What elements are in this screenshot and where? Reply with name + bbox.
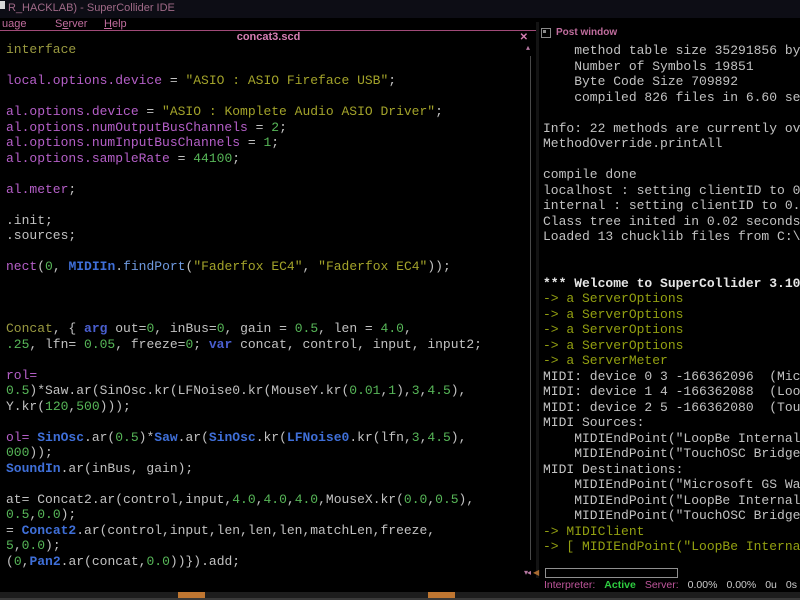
code-line: [6, 244, 530, 260]
post-window-title: Post window: [556, 27, 617, 38]
code-line: [6, 58, 530, 74]
post-line: MIDI: device 1 4 -166362088 (Loo: [543, 384, 800, 400]
post-line: compiled 826 files in 6.60 sec: [543, 90, 800, 106]
code-line: (0,Pan2.ar(concat,0.0))}).add;: [6, 554, 530, 570]
post-horizontal-scrollbar-thumb[interactable]: [545, 568, 678, 578]
code-line: 000));: [6, 445, 530, 461]
code-line: local.options.device = "ASIO : ASIO Fire…: [6, 73, 530, 89]
post-line: -> [ MIDIEndPoint("LoopBe Interna: [543, 539, 800, 555]
code-editor[interactable]: interface local.options.device = "ASIO :…: [0, 42, 530, 578]
post-line: Byte Code Size 709892: [543, 74, 800, 90]
status-bar: Interpreter: Active Server: 0.00% 0.00% …: [0, 578, 800, 592]
post-line: -> a ServerOptions: [543, 338, 800, 354]
editor-vertical-scrollbar[interactable]: ▴ ▾◂: [524, 42, 536, 578]
menu-item-server[interactable]: Server: [55, 18, 87, 30]
status-right-group: Interpreter: Active Server: 0.00% 0.00% …: [544, 578, 797, 592]
scrollbar-track[interactable]: [530, 56, 531, 560]
post-line: localhost : setting clientID to 0: [543, 183, 800, 199]
code-line: [6, 89, 530, 105]
post-scroll-left-icon[interactable]: ◀: [533, 569, 539, 577]
code-line: .25, lfn= 0.05, freeze=0; var concat, co…: [6, 337, 530, 353]
code-line: .init;: [6, 213, 530, 229]
post-line: -> a ServerOptions: [543, 322, 800, 338]
code-line: ol= SinOsc.ar(0.5)*Saw.ar(SinOsc.kr(LFNo…: [6, 430, 530, 446]
server-label: Server:: [645, 578, 679, 592]
code-line: at= Concat2.ar(control,input,4.0,4.0,4.0…: [6, 492, 530, 508]
post-line: MIDIEndPoint("TouchOSC Bridge: [543, 446, 800, 462]
supercollider-ide-window: { "window": { "title": "R_HACKLAB) - Sup…: [0, 0, 800, 600]
server-synths: 0s: [786, 578, 797, 592]
interpreter-status: Active: [604, 578, 636, 592]
code-line: al.options.numOutputBusChannels = 2;: [6, 120, 530, 136]
code-line: = Concat2.ar(control,input,len,len,len,m…: [6, 523, 530, 539]
post-line: Number of Symbols 19851: [543, 59, 800, 75]
code-line: interface: [6, 42, 530, 58]
post-line: -> a ServerMeter: [543, 353, 800, 369]
code-line: [6, 197, 530, 213]
post-line: -> a ServerOptions: [543, 307, 800, 323]
code-line: rol=: [6, 368, 530, 384]
code-line: [6, 290, 530, 306]
code-line: Y.kr(120,500)));: [6, 399, 530, 415]
post-window-dock-icon[interactable]: [541, 28, 551, 38]
code-line: 0.5,0.0);: [6, 507, 530, 523]
scroll-up-icon[interactable]: ▴: [526, 44, 530, 52]
menu-item-help[interactable]: Help: [104, 18, 127, 30]
code-line: SoundIn.ar(inBus, gain);: [6, 461, 530, 477]
server-cpu-peak: 0.00%: [726, 578, 756, 592]
code-line: al.options.device = "ASIO : Komplete Aud…: [6, 104, 530, 120]
post-line: MethodOverride.printAll: [543, 136, 800, 152]
server-cpu-avg: 0.00%: [688, 578, 718, 592]
interpreter-label: Interpreter:: [544, 578, 595, 592]
post-line: MIDIEndPoint("Microsoft GS Wa: [543, 477, 800, 493]
code-line: .sources;: [6, 228, 530, 244]
post-line: [543, 152, 800, 168]
post-line: MIDI Destinations:: [543, 462, 800, 478]
code-line: al.meter;: [6, 182, 530, 198]
code-line: [6, 166, 530, 182]
post-window[interactable]: Post window method table size 35291856 b…: [539, 22, 800, 568]
post-line: compile done: [543, 167, 800, 183]
post-line: *** Welcome to SuperCollider 3.10: [543, 276, 800, 292]
post-line: Loaded 13 chucklib files from C:\U: [543, 229, 800, 245]
code-line: [6, 352, 530, 368]
menu-item-language-label: uage: [2, 18, 26, 30]
post-line: Class tree inited in 0.02 seconds: [543, 214, 800, 230]
server-ugens: 0u: [765, 578, 777, 592]
post-line: MIDI: device 0 3 -166362096 (Mic: [543, 369, 800, 385]
post-line: -> a ServerOptions: [543, 291, 800, 307]
post-line: MIDIEndPoint("LoopBe Internal: [543, 493, 800, 509]
post-line: MIDIEndPoint("LoopBe Internal: [543, 431, 800, 447]
code-line: [6, 275, 530, 291]
code-line: [6, 306, 530, 322]
post-line: [543, 260, 800, 276]
post-line: MIDI Sources:: [543, 415, 800, 431]
post-line: [543, 105, 800, 121]
code-line: [6, 476, 530, 492]
post-line: internal : setting clientID to 0.: [543, 198, 800, 214]
post-line: method table size 35291856 byt: [543, 43, 800, 59]
code-line: 5,0.0);: [6, 538, 530, 554]
code-line: [6, 414, 530, 430]
code-line: nect(0, MIDIIn.findPort("Faderfox EC4", …: [6, 259, 530, 275]
post-line: [543, 245, 800, 261]
title-bar[interactable]: R_HACKLAB) - SuperCollider IDE: [0, 0, 800, 18]
post-window-log[interactable]: method table size 35291856 byt Number of…: [543, 43, 800, 555]
window-title: R_HACKLAB) - SuperCollider IDE: [8, 2, 175, 14]
post-line: MIDIEndPoint("TouchOSC Bridge: [543, 508, 800, 524]
scroll-down-left-icons[interactable]: ▾◂: [524, 569, 530, 577]
post-line: MIDI: device 2 5 -166362080 (Tou: [543, 400, 800, 416]
post-line: Info: 22 methods are currently ove: [543, 121, 800, 137]
code-line: al.options.numInputBusChannels = 1;: [6, 135, 530, 151]
code-line: al.options.sampleRate = 44100;: [6, 151, 530, 167]
taskbar: [0, 592, 800, 600]
window-icon: [0, 1, 5, 9]
menu-item-language[interactable]: uage: [2, 18, 26, 30]
code-line: 0.5)*Saw.ar(SinOsc.kr(LFNoise0.kr(MouseY…: [6, 383, 530, 399]
code-line: Concat, { arg out=0, inBus=0, gain = 0.5…: [6, 321, 530, 337]
post-line: -> MIDIClient: [543, 524, 800, 540]
